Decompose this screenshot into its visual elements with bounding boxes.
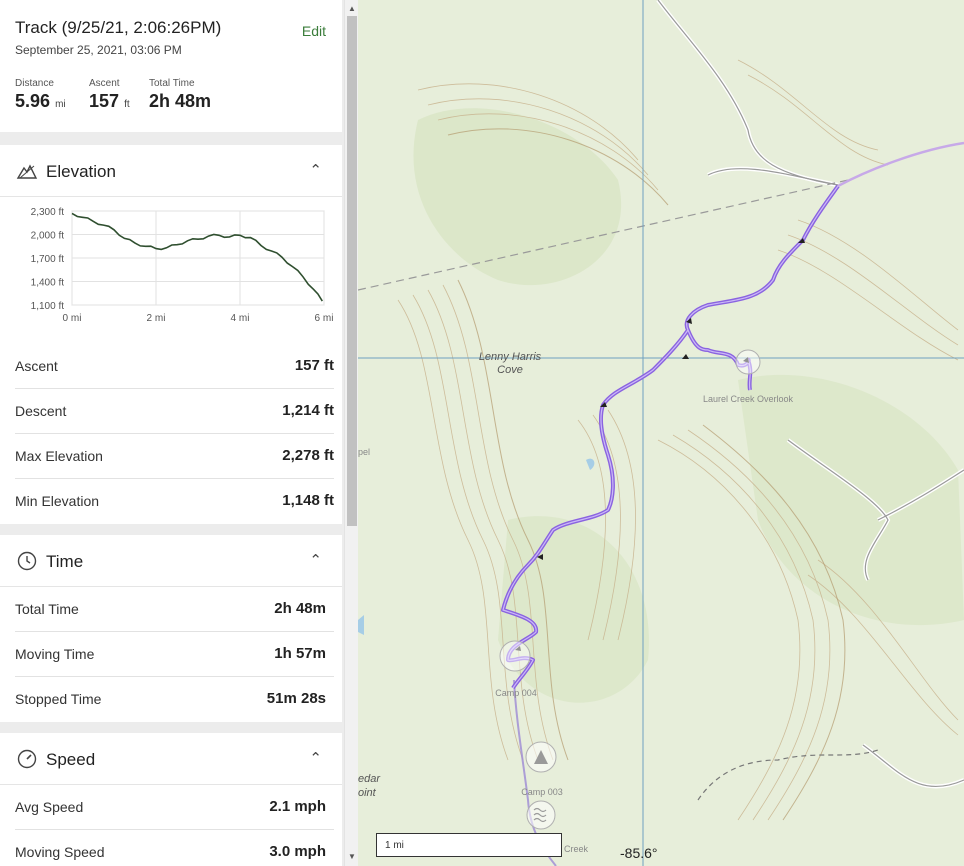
ascent-value: 157 [89,91,120,111]
map-scale-bar: 1 mi [376,833,562,857]
y-tick-label: 2,300 ft [31,207,65,218]
poi-label: Camp 004 [495,688,537,698]
chevron-up-icon[interactable]: ⌃ [309,161,322,179]
stat-label: Max Elevation [15,448,103,464]
distance-stat: Distance 5.96 mi [15,78,66,112]
stat-row-total-time: Total Time 2h 48m [0,587,342,632]
ascent-label: Ascent [89,78,120,89]
stat-value: 51m 28s [266,690,326,707]
time-title: Time [46,552,84,571]
ascent-unit: ft [124,99,130,110]
stat-row-descent: Descent 1,214 ft [0,389,342,434]
elevation-chart-grid [71,210,325,306]
stat-value: 1,214 ft [282,402,334,419]
track-header-card: Track (9/25/21, 2:06:26PM) September 25,… [0,0,342,132]
place-label: Lenny Harris [479,351,542,363]
stat-row-max-elevation: Max Elevation 2,278 ft [0,434,342,479]
stat-label: Descent [15,403,67,419]
poi-label: Laurel Creek Overlook [703,394,794,404]
stat-label: Min Elevation [15,493,100,509]
stat-row-min-elevation: Min Elevation 1,148 ft [0,479,342,524]
stat-value: 2,278 ft [282,447,334,464]
place-label: oint [358,787,377,799]
y-tick-label: 1,100 ft [31,301,65,312]
track-title: Track (9/25/21, 2:06:26PM) [15,18,222,37]
total-time-value: 2h 48m [149,91,212,111]
topo-map[interactable]: Lenny Harris Cove Laurel Creek Overlook … [358,0,964,866]
chevron-up-icon[interactable]: ⌃ [309,551,322,569]
x-tick-label: 0 mi [63,313,82,324]
scroll-up-arrow-icon[interactable]: ▲ [345,2,359,16]
scrollbar-thumb[interactable] [347,16,357,526]
place-label: Cove [497,364,523,376]
stat-value: 2h 48m [274,600,326,617]
poi-label: Camp 003 [521,787,563,797]
poi-label: pel [358,447,370,457]
gauge-icon [17,749,37,769]
distance-value: 5.96 [15,91,51,111]
elevation-title: Elevation [46,162,116,181]
elevation-card: Elevation ⌃ 2,300 ft 2,000 ft 1,700 ft 1,40… [0,145,342,524]
stat-row-stopped-time: Stopped Time 51m 28s [0,677,342,722]
stat-label: Total Time [15,601,79,617]
stat-value: 157 ft [294,357,334,374]
total-time-stat: Total Time 2h 48m [149,78,211,112]
distance-unit: mi [55,99,66,110]
y-tick-label: 2,000 ft [31,231,65,242]
stat-value: 1h 57m [274,645,326,662]
sidebar-scrollbar[interactable]: ▲ ▼ [344,0,358,866]
stat-row-moving-speed: Moving Speed 3.0 mph [0,830,342,866]
stat-value: 2.1 mph [269,798,326,815]
map-canvas[interactable]: Lenny Harris Cove Laurel Creek Overlook … [358,0,964,866]
clock-icon [17,551,37,571]
water-source-marker-icon [526,800,556,830]
stat-row-ascent: Ascent 157 ft [0,344,342,389]
elevation-y-axis: 2,300 ft 2,000 ft 1,700 ft 1,400 ft 1,100 ft [31,207,65,312]
stat-value: 3.0 mph [269,843,326,860]
total-time-label: Total Time [149,78,195,89]
overlook-marker-icon [735,349,761,375]
longitude-label: -85.6° [620,845,658,861]
speed-section-header[interactable]: Speed ⌃ [0,733,342,785]
scroll-down-arrow-icon[interactable]: ▼ [345,850,359,864]
track-date: September 25, 2021, 03:06 PM [15,43,182,57]
time-section-header[interactable]: Time ⌃ [0,535,342,587]
edit-button[interactable]: Edit [302,23,326,39]
elevation-x-axis: 0 mi 2 mi 4 mi 6 mi [63,313,334,324]
mountain-icon [16,164,38,179]
chevron-up-icon[interactable]: ⌃ [309,749,322,767]
stat-label: Stopped Time [15,691,102,707]
stat-row-avg-speed: Avg Speed 2.1 mph [0,785,342,830]
poi-label: Creek [564,844,589,854]
x-tick-label: 2 mi [147,313,166,324]
campsite-marker-icon [499,640,531,672]
ascent-stat: Ascent 157 ft [89,78,130,112]
stat-label: Avg Speed [15,799,84,815]
elevation-series-line [71,212,323,302]
place-label: edar [358,773,381,785]
x-tick-label: 6 mi [315,313,334,324]
time-card: Time ⌃ Total Time 2h 48m Moving Time 1h … [0,535,342,722]
scale-label: 1 mi [385,840,404,851]
stat-value: 1,148 ft [282,492,334,509]
y-tick-label: 1,400 ft [31,278,65,289]
stat-label: Moving Speed [15,844,105,860]
elevation-section-header[interactable]: Elevation ⌃ [0,145,342,197]
stat-row-moving-time: Moving Time 1h 57m [0,632,342,677]
elevation-chart: 2,300 ft 2,000 ft 1,700 ft 1,400 ft 1,100 ft… [31,207,334,324]
x-tick-label: 4 mi [231,313,250,324]
stat-label: Ascent [15,358,58,374]
speed-title: Speed [46,750,96,769]
track-details-panel: Track (9/25/21, 2:06:26PM) September 25,… [0,0,344,866]
speed-card: Speed ⌃ Avg Speed 2.1 mph Moving Speed 3… [0,733,342,866]
stat-label: Moving Time [15,646,95,662]
distance-label: Distance [15,78,54,89]
y-tick-label: 1,700 ft [31,254,65,265]
